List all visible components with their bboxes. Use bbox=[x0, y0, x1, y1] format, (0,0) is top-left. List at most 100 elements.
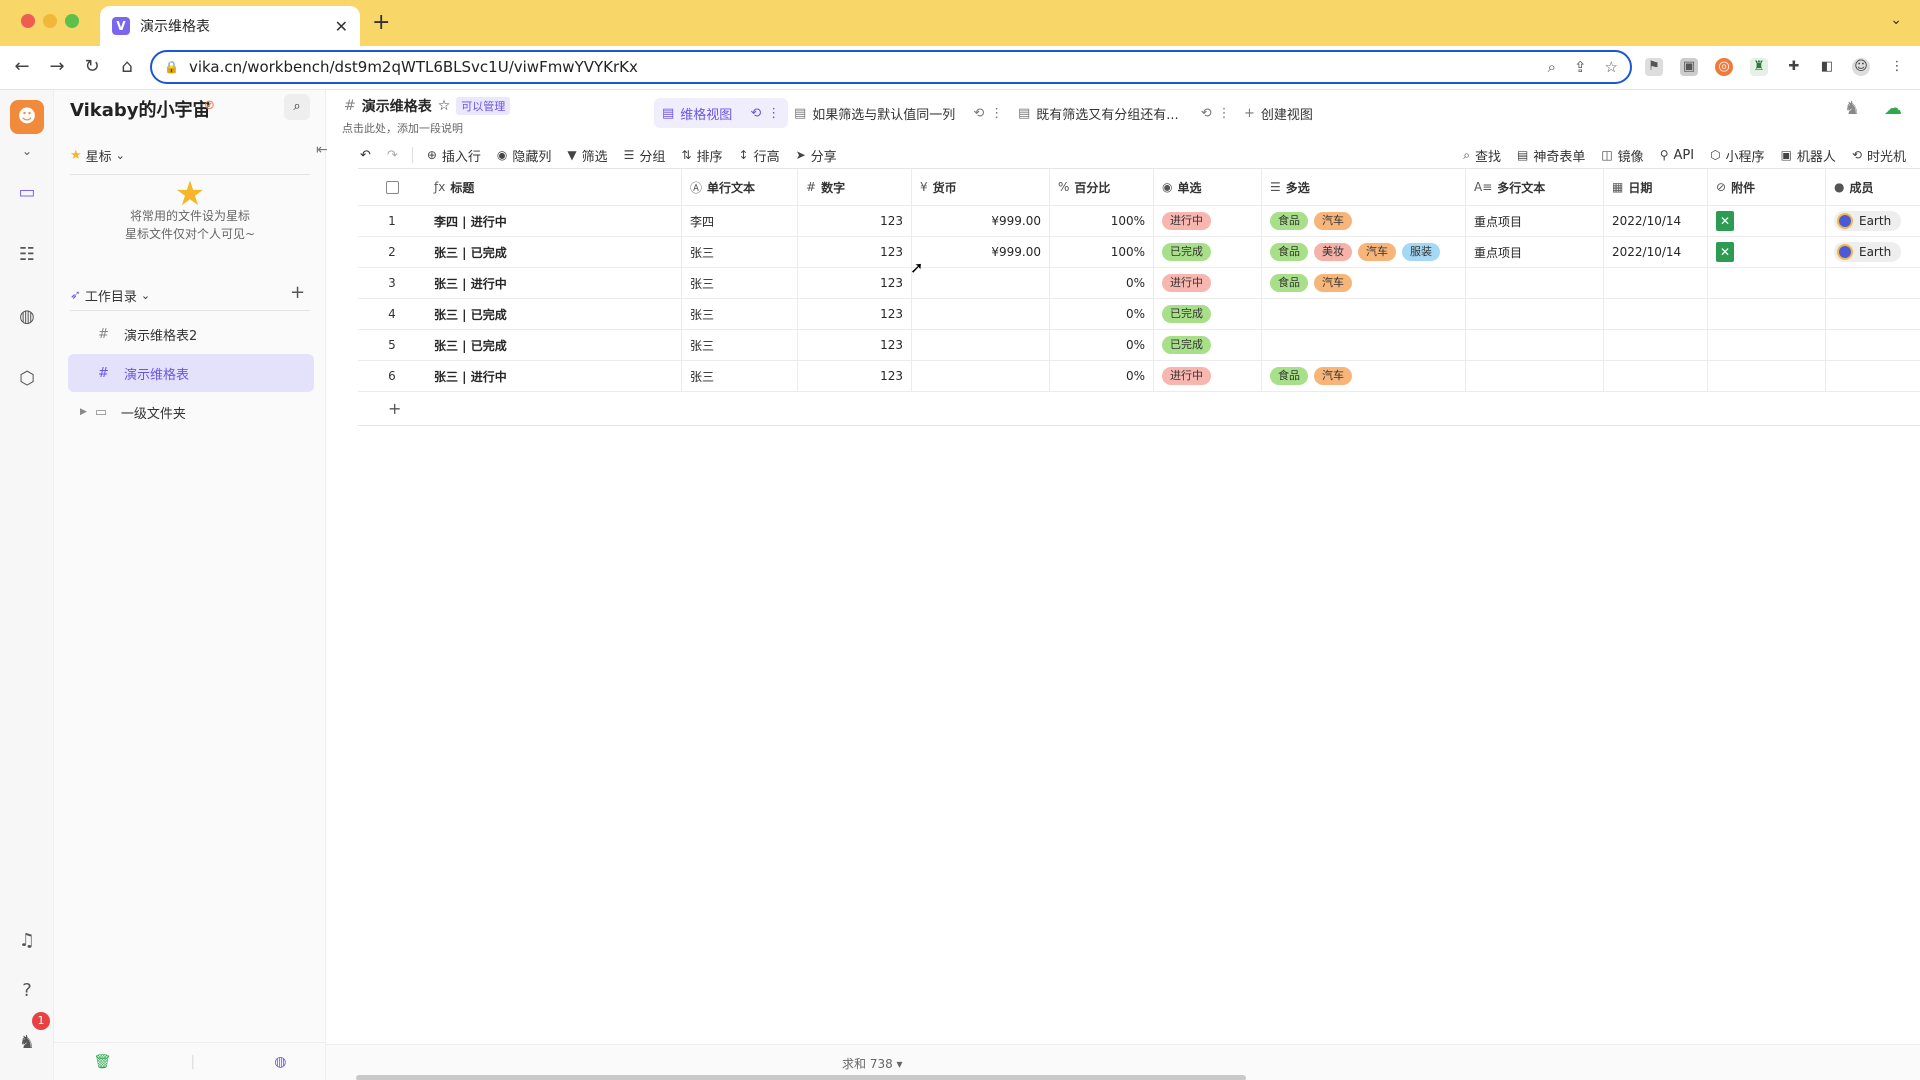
column-header-date[interactable]: ▦ 日期 bbox=[1604, 169, 1708, 205]
extension-orange-icon[interactable]: ◎ bbox=[1715, 58, 1733, 76]
table-row[interactable]: 6 张三 | 进行中 张三 123 0% 进行中 食品 汽车 bbox=[358, 361, 1920, 392]
cell-single-select[interactable]: 已完成 bbox=[1154, 330, 1262, 360]
add-node-button[interactable]: + bbox=[290, 282, 305, 303]
space-edit-icon[interactable]: ⊘ bbox=[204, 98, 215, 113]
cell-date[interactable] bbox=[1604, 299, 1708, 329]
cell-attachment[interactable]: ✕ bbox=[1708, 206, 1826, 236]
datasheet-title[interactable]: 演示维格表 bbox=[362, 96, 432, 116]
browser-tab[interactable]: V 演示维格表 ✕ bbox=[100, 6, 360, 46]
cell-currency[interactable] bbox=[912, 330, 1050, 360]
cell-title[interactable]: 张三 | 已完成 bbox=[426, 330, 682, 360]
cell-attachment[interactable] bbox=[1708, 361, 1826, 391]
cell-single-select[interactable]: 已完成 bbox=[1154, 237, 1262, 267]
cell-percent[interactable]: 0% bbox=[1050, 361, 1154, 391]
cell-date[interactable] bbox=[1604, 268, 1708, 298]
table-row[interactable]: 1 李四 | 进行中 李四 123 ¥999.00 100% 进行中 食品 汽车 重点项目 2022… bbox=[358, 206, 1920, 237]
minimize-window-button[interactable] bbox=[43, 14, 57, 28]
cell-currency[interactable]: ¥999.00 bbox=[912, 206, 1050, 236]
row-index[interactable]: 3 bbox=[358, 268, 426, 298]
cell-member[interactable] bbox=[1826, 299, 1920, 329]
row-height-button[interactable]: ↕ 行高 bbox=[731, 146, 788, 165]
cell-single-select[interactable]: 进行中 bbox=[1154, 361, 1262, 391]
cell-date[interactable]: 2022/10/14 bbox=[1604, 206, 1708, 236]
cell-currency[interactable] bbox=[912, 299, 1050, 329]
side-panel-icon[interactable]: ◧ bbox=[1818, 58, 1836, 76]
column-header-single-select[interactable]: ◉ 单选 bbox=[1154, 169, 1262, 205]
cell-member[interactable] bbox=[1826, 361, 1920, 391]
reload-button[interactable]: ↻ bbox=[80, 56, 104, 77]
find-button[interactable]: ⌕ 查找 bbox=[1455, 146, 1509, 165]
table-row[interactable]: 4 张三 | 已完成 张三 123 0% 已完成 bbox=[358, 299, 1920, 330]
cell-number[interactable]: 123 bbox=[798, 361, 912, 391]
cell-title[interactable]: 张三 | 进行中 bbox=[426, 361, 682, 391]
horizontal-scrollbar[interactable] bbox=[356, 1075, 1246, 1080]
cell-title[interactable]: 张三 | 已完成 bbox=[426, 237, 682, 267]
workbench-icon[interactable]: ▭ bbox=[14, 180, 40, 206]
cell-number[interactable]: 123 bbox=[798, 299, 912, 329]
api-button[interactable]: ⚲ API bbox=[1652, 148, 1702, 163]
space-settings-icon[interactable]: ⬡ bbox=[14, 366, 40, 392]
sidebar-item-folder[interactable]: ▶ ▭ 一级文件夹 bbox=[68, 393, 314, 431]
group-button[interactable]: ☰ 分组 bbox=[616, 146, 674, 165]
member-chip[interactable]: Earth bbox=[1834, 211, 1902, 231]
star-outline-icon[interactable]: ☆ bbox=[438, 98, 451, 114]
cloud-sync-icon[interactable]: ☁ bbox=[1884, 98, 1902, 119]
cell-attachment[interactable]: ✕ bbox=[1708, 237, 1826, 267]
profile-avatar[interactable]: ☺ bbox=[1852, 58, 1870, 76]
row-index[interactable]: 2 bbox=[358, 237, 426, 267]
column-header-title[interactable]: ƒx 标题 bbox=[426, 169, 682, 205]
cell-text[interactable]: 张三 bbox=[682, 330, 798, 360]
filter-button[interactable]: ▼ 筛选 bbox=[559, 146, 615, 165]
bookmark-star-icon[interactable]: ☆ bbox=[1605, 58, 1618, 76]
cell-percent[interactable]: 0% bbox=[1050, 299, 1154, 329]
share-button[interactable]: ➤ 分享 bbox=[788, 146, 845, 165]
column-header-currency[interactable]: ¥ 货币 bbox=[912, 169, 1050, 205]
cell-long-text[interactable]: 重点项目 bbox=[1466, 237, 1604, 267]
planet-icon[interactable]: ◍ bbox=[274, 1054, 286, 1070]
column-header-attachment[interactable]: ⊘ 附件 bbox=[1708, 169, 1826, 205]
cell-multi-select[interactable]: 食品 汽车 bbox=[1262, 206, 1466, 236]
redo-icon[interactable]: ↷ bbox=[379, 148, 406, 163]
cell-number[interactable]: 123 bbox=[798, 330, 912, 360]
cell-member[interactable]: Earth bbox=[1826, 206, 1920, 236]
column-header-number[interactable]: # 数字 bbox=[798, 169, 912, 205]
notification-bell-icon[interactable]: ♫ bbox=[14, 928, 40, 954]
excel-file-icon[interactable]: ✕ bbox=[1716, 211, 1734, 231]
tab-search-chevron-icon[interactable]: ⌄ bbox=[1890, 12, 1902, 28]
cell-percent[interactable]: 100% bbox=[1050, 206, 1154, 236]
cell-single-select[interactable]: 进行中 bbox=[1154, 206, 1262, 236]
cell-long-text[interactable] bbox=[1466, 268, 1604, 298]
more-icon[interactable]: ⋮ bbox=[767, 106, 780, 121]
cell-multi-select[interactable] bbox=[1262, 330, 1466, 360]
close-tab-icon[interactable]: ✕ bbox=[335, 17, 348, 36]
table-row[interactable]: 2 张三 | 已完成 张三 123 ¥999.00 100% 已完成 食品 美妆 汽车 服装 重点项目… bbox=[358, 237, 1920, 268]
cell-member[interactable] bbox=[1826, 330, 1920, 360]
home-button[interactable]: ⌂ bbox=[115, 56, 139, 77]
datasheet-description[interactable]: 点击此处，添加一段说明 bbox=[342, 120, 463, 136]
cell-currency[interactable] bbox=[912, 268, 1050, 298]
mascot-icon[interactable]: ♞ bbox=[14, 1030, 40, 1056]
sum-statistic[interactable]: 求和 738 ▾ bbox=[842, 1055, 903, 1072]
address-bar[interactable]: 🔒 vika.cn/workbench/dst9m2qWTL6BLSvc1U/v… bbox=[150, 50, 1632, 84]
cell-date[interactable] bbox=[1604, 361, 1708, 391]
column-header-text[interactable]: Ⓐ 单行文本 bbox=[682, 169, 798, 205]
create-view-button[interactable]: + 创建视图 bbox=[1236, 98, 1321, 128]
tab-filter-group-view[interactable]: ▤ 既有筛选又有分组还有... ⟲ ⋮ bbox=[1010, 98, 1239, 128]
add-row-button[interactable]: + bbox=[358, 392, 1920, 426]
close-window-button[interactable] bbox=[21, 14, 35, 28]
cell-attachment[interactable] bbox=[1708, 268, 1826, 298]
cell-member[interactable] bbox=[1826, 268, 1920, 298]
forward-button[interactable]: → bbox=[45, 56, 69, 77]
robot-figure-icon[interactable]: ♞ bbox=[1844, 98, 1860, 119]
column-header-multi-select[interactable]: ☰ 多选 bbox=[1262, 169, 1466, 205]
cell-date[interactable] bbox=[1604, 330, 1708, 360]
help-icon[interactable]: ? bbox=[14, 978, 40, 1004]
cell-currency[interactable] bbox=[912, 361, 1050, 391]
cell-attachment[interactable] bbox=[1708, 330, 1826, 360]
contacts-icon[interactable]: ☷ bbox=[14, 242, 40, 268]
row-index[interactable]: 6 bbox=[358, 361, 426, 391]
share-icon[interactable]: ⇪ bbox=[1574, 58, 1587, 76]
new-tab-button[interactable]: + bbox=[372, 10, 390, 35]
row-index[interactable]: 1 bbox=[358, 206, 426, 236]
tab-grid-view[interactable]: ▤ 维格视图 ⟲ ⋮ bbox=[654, 98, 789, 128]
